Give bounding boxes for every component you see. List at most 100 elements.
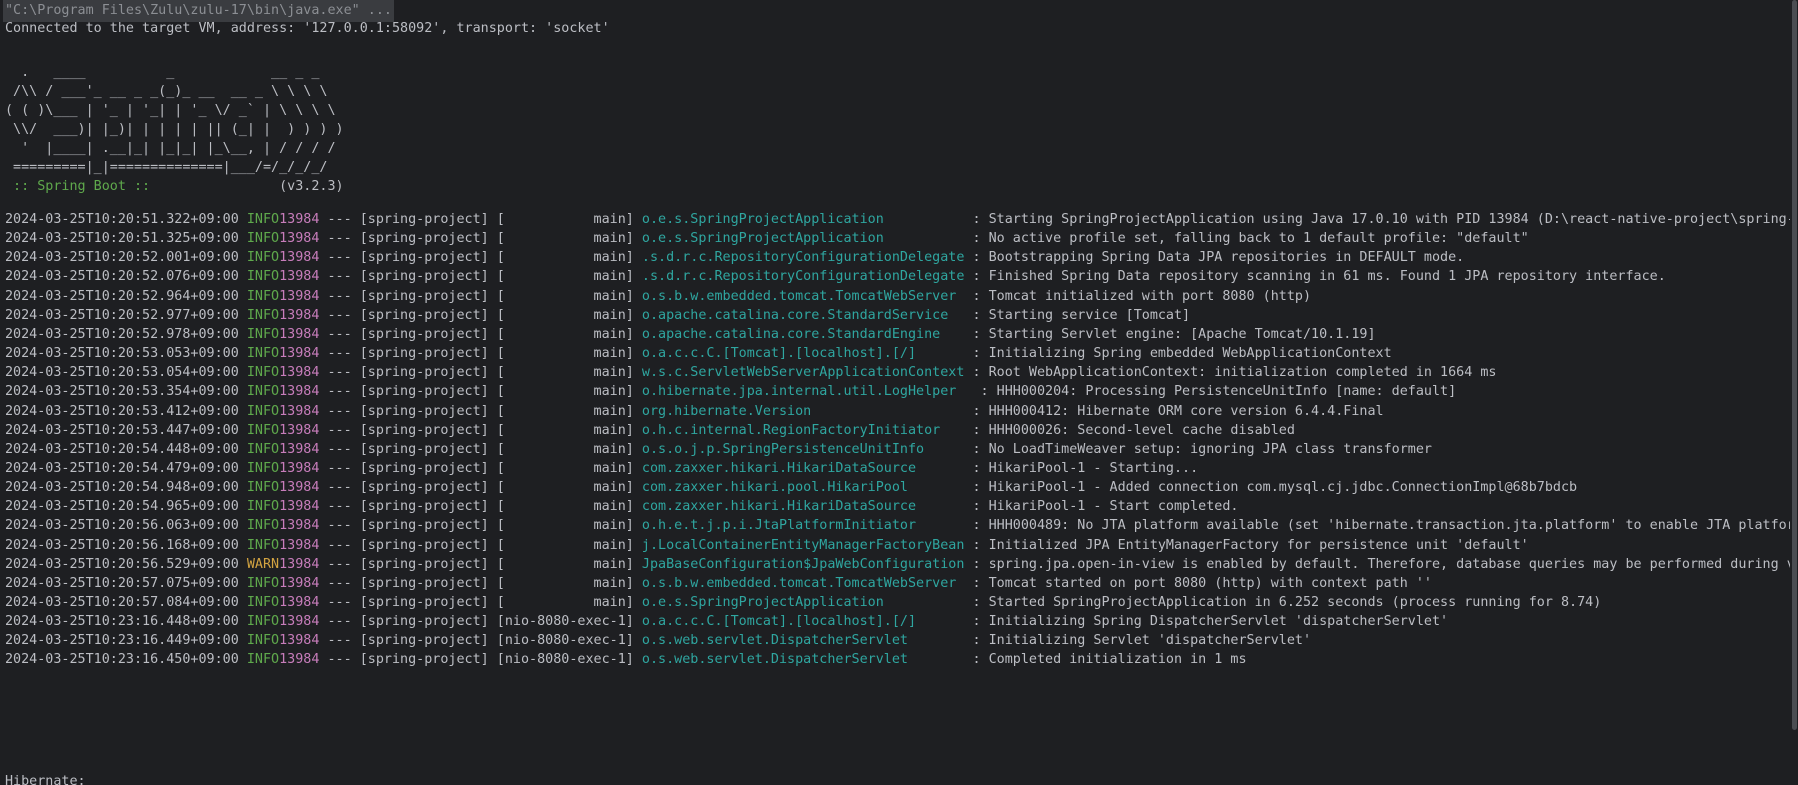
log-message: : Initializing Spring DispatcherServlet … — [964, 614, 1449, 630]
log-level: INFO — [238, 307, 280, 323]
log-pid: 13984 — [279, 556, 320, 572]
log-logger: com.zaxxer.hikari.HikariDataSource — [641, 499, 965, 515]
log-pid: 13984 — [279, 480, 320, 496]
log-timestamp: 2024-03-25T10:20:54.965+09:00 — [5, 499, 239, 515]
log-pid: 13984 — [279, 250, 320, 266]
log-logger: o.s.b.w.embedded.tomcat.TomcatWebServer — [641, 575, 965, 591]
log-line: 2024-03-25T10:23:16.450+09:00 INFO13984 … — [5, 649, 1247, 671]
log-level: INFO — [238, 212, 280, 227]
log-thread: --- [spring-project] [ main] — [319, 365, 642, 381]
log-pid: 13984 — [279, 231, 320, 247]
log-timestamp: 2024-03-25T10:20:57.084+09:00 — [5, 595, 239, 610]
log-level: INFO — [238, 288, 280, 304]
log-thread: --- [spring-project] [ main] — [319, 307, 642, 323]
log-pid: 13984 — [279, 537, 320, 553]
log-message: : No active profile set, falling back to… — [964, 231, 1529, 247]
log-logger: w.s.c.ServletWebServerApplicationContext — [641, 365, 965, 381]
log-thread: --- [spring-project] [ main] — [319, 441, 642, 457]
log-pid: 13984 — [279, 346, 320, 362]
log-timestamp: 2024-03-25T10:20:54.948+09:00 — [5, 480, 239, 496]
log-pid: 13984 — [279, 575, 320, 591]
spring-boot-version: (v3.2.3) — [158, 179, 344, 194]
console-output[interactable]: "C:\Program Files\Zulu\zulu-17\bin\java.… — [0, 0, 1798, 785]
log-thread: --- [spring-project] [ main] — [319, 460, 642, 476]
log-message: : No LoadTimeWeaver setup: ignoring JPA … — [964, 441, 1432, 457]
log-timestamp: 2024-03-25T10:20:52.964+09:00 — [5, 288, 239, 304]
log-timestamp: 2024-03-25T10:20:53.054+09:00 — [5, 365, 239, 381]
log-timestamp: 2024-03-25T10:23:16.449+09:00 — [5, 633, 239, 649]
log-message: : HikariPool-1 - Starting... — [964, 460, 1199, 476]
log-timestamp: 2024-03-25T10:20:51.322+09:00 — [5, 212, 239, 227]
log-timestamp: 2024-03-25T10:20:54.479+09:00 — [5, 460, 239, 476]
log-level: INFO — [238, 518, 280, 534]
log-thread: --- [spring-project] [ main] — [319, 499, 642, 515]
log-pid: 13984 — [279, 384, 320, 400]
log-level: INFO — [238, 652, 280, 668]
log-message: : HHH000489: No JTA platform available (… — [964, 518, 1795, 534]
spring-boot-label: :: Spring Boot :: — [5, 179, 159, 194]
log-logger: .s.d.r.c.RepositoryConfigurationDelegate — [641, 269, 965, 285]
log-logger: o.h.c.internal.RegionFactoryInitiator — [641, 422, 965, 438]
log-level: WARN — [238, 556, 280, 572]
log-logger: o.e.s.SpringProjectApplication — [641, 595, 965, 610]
log-timestamp: 2024-03-25T10:20:52.076+09:00 — [5, 269, 239, 285]
log-thread: --- [spring-project] [ main] — [319, 288, 642, 304]
log-logger: com.zaxxer.hikari.pool.HikariPool — [641, 480, 965, 496]
log-message: : HHH000026: Second-level cache disabled — [964, 422, 1295, 438]
log-logger: org.hibernate.Version — [641, 403, 965, 419]
log-thread: --- [spring-project] [ main] — [319, 231, 642, 247]
log-message: : Starting SpringProjectApplication usin… — [964, 212, 1795, 227]
log-timestamp: 2024-03-25T10:20:53.354+09:00 — [5, 384, 239, 400]
log-timestamp: 2024-03-25T10:23:16.448+09:00 — [5, 614, 239, 630]
vertical-scrollbar[interactable] — [1790, 0, 1798, 785]
log-level: INFO — [238, 537, 280, 553]
trailing-line: Hibernate: — [5, 774, 86, 785]
log-pid: 13984 — [279, 652, 320, 668]
log-level: INFO — [238, 403, 280, 419]
log-timestamp: 2024-03-25T10:20:53.053+09:00 — [5, 346, 239, 362]
log-logger: o.a.c.c.C.[Tomcat].[localhost].[/] — [641, 346, 965, 362]
log-pid: 13984 — [279, 307, 320, 323]
log-logger: o.h.e.t.j.p.i.JtaPlatformInitiator — [641, 518, 965, 534]
log-level: INFO — [238, 346, 280, 362]
log-timestamp: 2024-03-25T10:20:53.412+09:00 — [5, 403, 239, 419]
log-logger: .s.d.r.c.RepositoryConfigurationDelegate — [641, 250, 965, 266]
log-level: INFO — [238, 614, 280, 630]
scrollbar-thumb[interactable] — [1792, 0, 1797, 730]
log-level: INFO — [238, 633, 280, 649]
log-logger: o.apache.catalina.core.StandardService — [641, 307, 965, 323]
log-timestamp: 2024-03-25T10:20:52.977+09:00 — [5, 307, 239, 323]
log-logger: o.e.s.SpringProjectApplication — [641, 212, 965, 227]
log-thread: --- [spring-project] [ main] — [319, 403, 642, 419]
log-pid: 13984 — [279, 518, 320, 534]
log-level: INFO — [238, 480, 280, 496]
log-thread: --- [spring-project] [ main] — [319, 575, 642, 591]
log-message: : Initializing Spring embedded WebApplic… — [964, 346, 1392, 362]
log-thread: --- [spring-project] [ main] — [319, 384, 642, 400]
log-thread: --- [spring-project] [ main] — [319, 269, 642, 285]
log-message: : Completed initialization in 1 ms — [964, 652, 1247, 668]
log-timestamp: 2024-03-25T10:20:56.168+09:00 — [5, 537, 239, 553]
log-message: : Tomcat initialized with port 8080 (htt… — [964, 288, 1312, 304]
log-message: : Root WebApplicationContext: initializa… — [964, 365, 1497, 381]
log-pid: 13984 — [279, 499, 320, 515]
log-timestamp: 2024-03-25T10:23:16.450+09:00 — [5, 652, 239, 668]
log-message: : Started SpringProjectApplication in 6.… — [964, 595, 1602, 610]
log-message: : Initialized JPA EntityManagerFactory f… — [964, 537, 1529, 553]
log-message: : HikariPool-1 - Start completed. — [964, 499, 1239, 515]
log-level: INFO — [238, 326, 280, 342]
log-pid: 13984 — [279, 614, 320, 630]
log-pid: 13984 — [279, 288, 320, 304]
log-message: : HHH000412: Hibernate ORM core version … — [964, 403, 1384, 419]
log-pid: 13984 — [279, 460, 320, 476]
log-timestamp: 2024-03-25T10:20:56.529+09:00 — [5, 556, 239, 572]
log-timestamp: 2024-03-25T10:20:54.448+09:00 — [5, 441, 239, 457]
log-thread: --- [spring-project] [nio-8080-exec-1] — [319, 633, 642, 649]
log-timestamp: 2024-03-25T10:20:53.447+09:00 — [5, 422, 239, 438]
log-thread: --- [spring-project] [ main] — [319, 537, 642, 553]
log-pid: 13984 — [279, 269, 320, 285]
log-logger: o.a.c.c.C.[Tomcat].[localhost].[/] — [641, 614, 965, 630]
log-level: INFO — [238, 231, 280, 247]
log-timestamp: 2024-03-25T10:20:51.325+09:00 — [5, 231, 239, 247]
log-logger: com.zaxxer.hikari.HikariDataSource — [641, 460, 965, 476]
